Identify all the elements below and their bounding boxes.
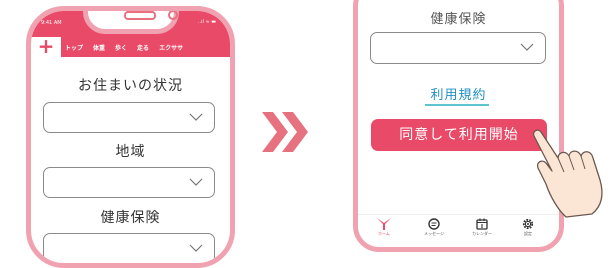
chevron-down-icon <box>189 113 203 121</box>
message-icon <box>428 218 440 230</box>
nav-item-exercise[interactable]: エクササ <box>159 43 183 52</box>
agree-and-start-button[interactable]: 同意して利用開始 <box>371 119 547 151</box>
status-time: 9:41 AM <box>41 20 62 26</box>
gear-icon <box>522 218 534 230</box>
region-label: 地域 <box>115 144 146 160</box>
status-icons: ..ıl ≈ ▬ <box>197 19 216 25</box>
chevron-down-icon <box>189 244 203 252</box>
tab-messages[interactable]: メッセージ <box>414 218 454 237</box>
health-insurance-select[interactable] <box>370 32 546 64</box>
chevron-down-icon <box>189 178 203 186</box>
phone-notch <box>82 11 179 34</box>
home-arrow-icon <box>377 218 391 230</box>
camera-icon <box>167 11 178 20</box>
tab-home-label: ホーム <box>378 231 390 236</box>
health-insurance-label: 健康保険 <box>100 210 161 226</box>
top-navigation: + トップ 体重 歩く 走る エクササ <box>31 36 230 57</box>
terms-link-underline <box>425 104 489 106</box>
tab-settings-label: 設定 <box>524 231 532 236</box>
health-insurance-select[interactable] <box>43 233 215 263</box>
tab-calendar[interactable]: カレンダー <box>462 218 502 237</box>
nav-item-run[interactable]: 走る <box>137 43 149 52</box>
region-select[interactable] <box>43 167 215 198</box>
tab-messages-label: メッセージ <box>424 231 444 236</box>
nav-item-top[interactable]: トップ <box>65 43 83 52</box>
calendar-icon <box>476 218 488 230</box>
residence-status-select[interactable] <box>43 102 215 133</box>
tab-calendar-label: カレンダー <box>472 231 492 236</box>
health-insurance-label: 健康保険 <box>430 12 487 27</box>
terms-of-use-link[interactable]: 利用規約 <box>358 84 559 103</box>
residence-status-label: お住まいの状況 <box>78 78 183 94</box>
speaker-icon <box>123 11 156 20</box>
nav-item-walk[interactable]: 歩く <box>115 43 127 52</box>
pointing-hand-icon <box>532 129 603 218</box>
double-chevron-right-icon <box>262 112 308 152</box>
bottom-tab-bar: ホーム メッセージ カレンダー 設定 <box>358 214 559 247</box>
phone-registration-form: 9:41 AM ..ıl ≈ ▬ + トップ 体重 歩く 走る エクササ お住ま… <box>26 6 235 268</box>
nav-item-weight[interactable]: 体重 <box>93 43 105 52</box>
tab-home[interactable]: ホーム <box>364 218 404 237</box>
tab-settings[interactable]: 設定 <box>508 218 548 237</box>
add-button[interactable]: + <box>31 36 61 57</box>
chevron-down-icon <box>520 43 534 51</box>
